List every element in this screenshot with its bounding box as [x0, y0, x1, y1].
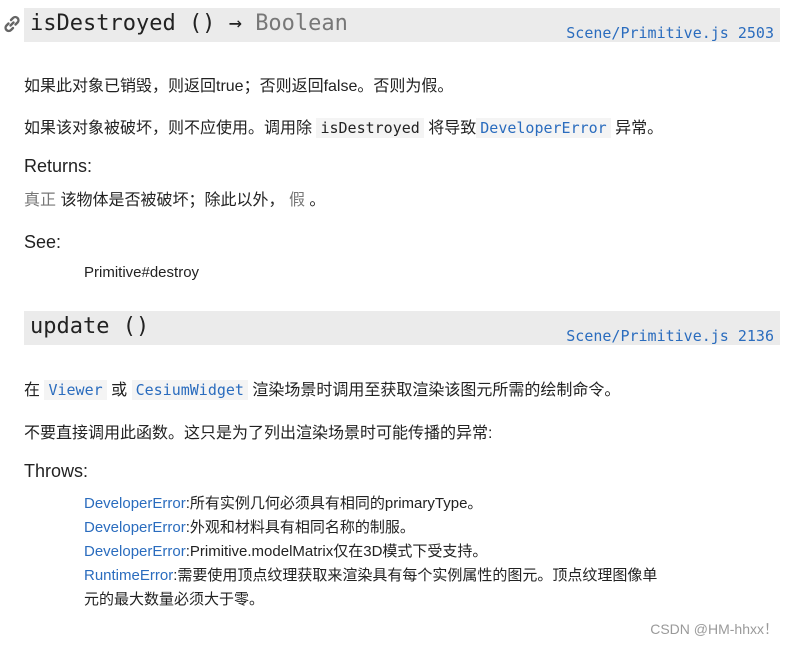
viewer-link[interactable]: Viewer [44, 380, 107, 400]
return-type: Boolean [255, 11, 348, 36]
throws-item: DeveloperError:Primitive.modelMatrix仅在3D… [84, 543, 488, 560]
update-description-2: 不要直接调用此函数。这只是为了列出渲染场景时可能传播的异常: [24, 425, 493, 442]
watermark: CSDN @HM-hhxx！ [650, 621, 778, 637]
throws-item: DeveloperError:外观和材料具有相同名称的制服。 [84, 519, 415, 536]
method-signature: update () [30, 314, 150, 339]
developer-error-link[interactable]: DeveloperError [84, 519, 186, 536]
source-link[interactable]: Scene/Primitive.js 2136 [566, 327, 774, 345]
throws-item: RuntimeError:需要使用顶点纹理获取来渲染具有每个实例属性的图元。顶点… [84, 567, 658, 584]
returns-label: Returns: [24, 156, 93, 176]
update-description-1: 在 Viewer 或 CesiumWidget 渲染场景时调用至获取渲染该图元所… [24, 380, 621, 400]
runtime-error-link[interactable]: RuntimeError [84, 567, 173, 584]
returns-text: 真正 该物体是否被破坏；除此以外， 假 。 [24, 190, 326, 209]
developer-error-link[interactable]: DeveloperError [84, 543, 186, 560]
source-link[interactable]: Scene/Primitive.js 2503 [566, 24, 774, 42]
method-signature: isDestroyed () → Boolean [30, 11, 348, 36]
see-label: See: [24, 232, 62, 252]
description-1: 如果此对象已销毁，则返回true；否则返回false。否则为假。 [24, 78, 454, 95]
cesiumwidget-link[interactable]: CesiumWidget [131, 380, 248, 400]
link-icon[interactable] [2, 14, 22, 34]
throws-item: DeveloperError:所有实例几何必须具有相同的primaryType。 [84, 495, 483, 512]
developer-error-link[interactable]: DeveloperError [476, 118, 611, 138]
method-header-update: update () Scene/Primitive.js 2136 [24, 311, 780, 345]
throws-item-continuation: 元的最大数量必须大于零。 [84, 591, 265, 608]
see-link-primitive-destroy[interactable]: Primitive#destroy [84, 264, 199, 281]
code-isdestroyed: isDestroyed [316, 118, 424, 138]
developer-error-link[interactable]: DeveloperError [84, 495, 186, 512]
description-2: 如果该对象被破坏，则不应使用。调用除 isDestroyed 将导致 Develo… [24, 118, 664, 138]
throws-label: Throws: [24, 461, 89, 481]
method-header-isdestroyed: isDestroyed () → Boolean Scene/Primitive… [4, 8, 780, 42]
